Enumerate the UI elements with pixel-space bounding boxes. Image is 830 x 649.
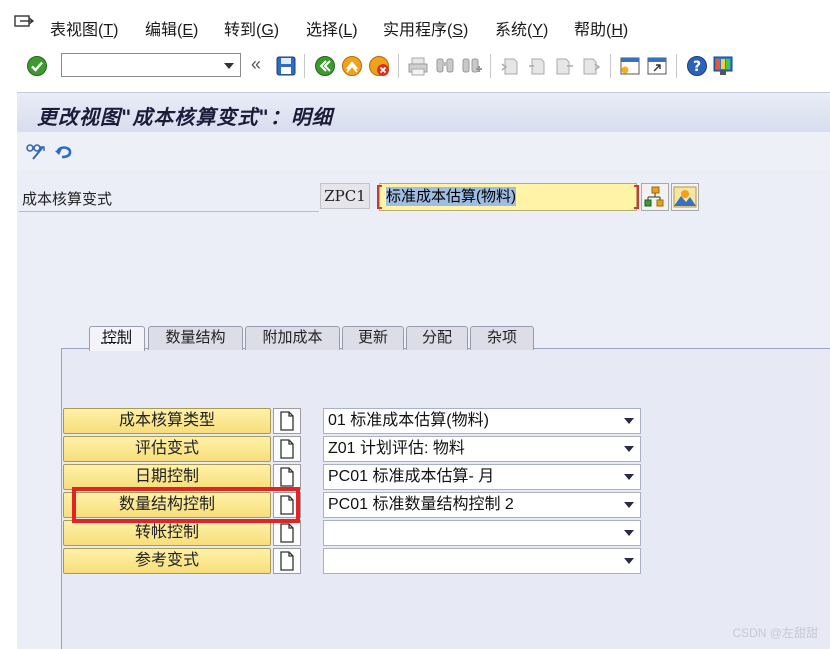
quantity-structure-control-select[interactable]: PC01 标准数量结构控制 2 — [323, 492, 641, 518]
chevron-down-icon[interactable] — [624, 530, 634, 536]
tab-update[interactable]: 更新 — [342, 326, 404, 350]
reference-variant-button[interactable]: 参考变式 — [63, 548, 271, 574]
chevron-down-icon[interactable] — [624, 558, 634, 564]
document-icon — [280, 523, 294, 543]
menu-item-goto[interactable]: 转到(G) — [224, 16, 279, 40]
new-session-icon[interactable] — [619, 55, 641, 77]
chevron-down-icon[interactable] — [224, 63, 234, 69]
tab-assignment[interactable]: 分配 — [406, 326, 468, 350]
cancel-icon[interactable] — [368, 55, 390, 77]
title-bar: 更改视图"成本核算变式"：明细 — [17, 92, 830, 132]
print-icon[interactable] — [407, 55, 429, 77]
costing-variant-label: 成本核算变式 — [22, 191, 113, 208]
chevron-down-icon[interactable] — [624, 474, 634, 480]
last-page-icon[interactable] — [580, 55, 602, 77]
tab-quantity-structure[interactable]: 数量结构 — [148, 326, 243, 350]
costing-variant-desc-value: 标准成本估算(物料) — [386, 187, 516, 206]
save-icon[interactable] — [275, 55, 297, 77]
collapse-toolbar-icon[interactable]: « — [251, 54, 261, 75]
highlight-annotation — [72, 487, 300, 523]
menu-item-selection[interactable]: 选择(L) — [306, 16, 358, 40]
document-icon — [280, 439, 294, 459]
tab-control[interactable]: 控制 — [89, 326, 145, 351]
back-icon[interactable] — [314, 55, 336, 77]
tab-additional-costs[interactable]: 附加成本 — [245, 326, 340, 350]
toolbar-separator — [304, 54, 305, 78]
next-page-icon[interactable] — [553, 55, 575, 77]
valuation-variant-button[interactable]: 评估变式 — [63, 436, 271, 462]
watermark: CSDN @左甜甜 — [732, 626, 818, 640]
date-control-select[interactable]: PC01 标准成本估算- 月 — [323, 464, 641, 490]
costing-type-detail-button[interactable] — [273, 408, 301, 434]
page-title: 更改视图"成本核算变式"：明细 — [37, 105, 333, 129]
first-page-icon[interactable] — [499, 55, 521, 77]
chevron-down-icon[interactable] — [624, 502, 634, 508]
required-bracket-left — [377, 185, 382, 209]
application-toolbar — [17, 132, 830, 170]
menu-item-edit[interactable]: 编辑(E) — [145, 16, 198, 40]
image-button[interactable] — [671, 183, 699, 211]
menu-item-help[interactable]: 帮助(H) — [574, 16, 628, 40]
document-icon — [280, 551, 294, 571]
help-icon[interactable]: ? — [686, 55, 708, 77]
structure-button[interactable] — [641, 183, 669, 211]
chevron-down-icon[interactable] — [624, 446, 634, 452]
menu-item-utilities[interactable]: 实用程序(S) — [383, 16, 468, 40]
toolbar-separator — [490, 54, 491, 78]
layout-icon[interactable] — [712, 55, 734, 77]
menu-item-system[interactable]: 系统(Y) — [495, 16, 548, 40]
enter-icon[interactable] — [26, 55, 48, 77]
svg-text:?: ? — [693, 59, 701, 75]
find-icon[interactable] — [434, 55, 456, 77]
menu-item-table-view[interactable]: 表视图(T) — [50, 16, 118, 40]
costing-type-button[interactable]: 成本核算类型 — [63, 408, 271, 434]
hierarchy-icon — [644, 186, 664, 207]
landscape-icon — [673, 186, 697, 208]
undo-icon[interactable] — [53, 142, 75, 162]
shortcut-icon[interactable] — [646, 55, 668, 77]
exit-icon[interactable] — [341, 55, 363, 77]
label-underline — [19, 211, 319, 212]
transfer-control-select[interactable] — [323, 520, 641, 546]
system-menu-icon[interactable] — [14, 15, 34, 31]
reference-variant-detail-button[interactable] — [273, 548, 301, 574]
toolbar-separator — [676, 54, 677, 78]
costing-type-select[interactable]: 01 标准成本估算(物料) — [323, 408, 641, 434]
document-icon — [280, 411, 294, 431]
menu-bar: 表视图(T) 编辑(E) 转到(G) 选择(L) 实用程序(S) 系统(Y) 帮… — [0, 0, 830, 46]
toolbar-separator — [610, 54, 611, 78]
chevron-down-icon[interactable] — [624, 418, 634, 424]
find-next-icon[interactable] — [461, 55, 483, 77]
prev-page-icon[interactable] — [526, 55, 548, 77]
transfer-control-button[interactable]: 转帐控制 — [63, 520, 271, 546]
reference-variant-select[interactable] — [323, 548, 641, 574]
valuation-variant-detail-button[interactable] — [273, 436, 301, 462]
transfer-control-detail-button[interactable] — [273, 520, 301, 546]
document-icon — [280, 467, 294, 487]
required-bracket-right — [634, 185, 639, 209]
toolbar-separator — [398, 54, 399, 78]
standard-toolbar: « ? — [0, 46, 830, 86]
command-field[interactable] — [61, 53, 241, 77]
valuation-variant-select[interactable]: Z01 计划评估: 物料 — [323, 436, 641, 462]
display-change-icon[interactable] — [25, 142, 47, 162]
costing-variant-desc-field[interactable]: 标准成本估算(物料) — [377, 183, 639, 211]
costing-variant-key-field: ZPC1 — [320, 183, 370, 209]
tab-misc[interactable]: 杂项 — [470, 326, 534, 350]
